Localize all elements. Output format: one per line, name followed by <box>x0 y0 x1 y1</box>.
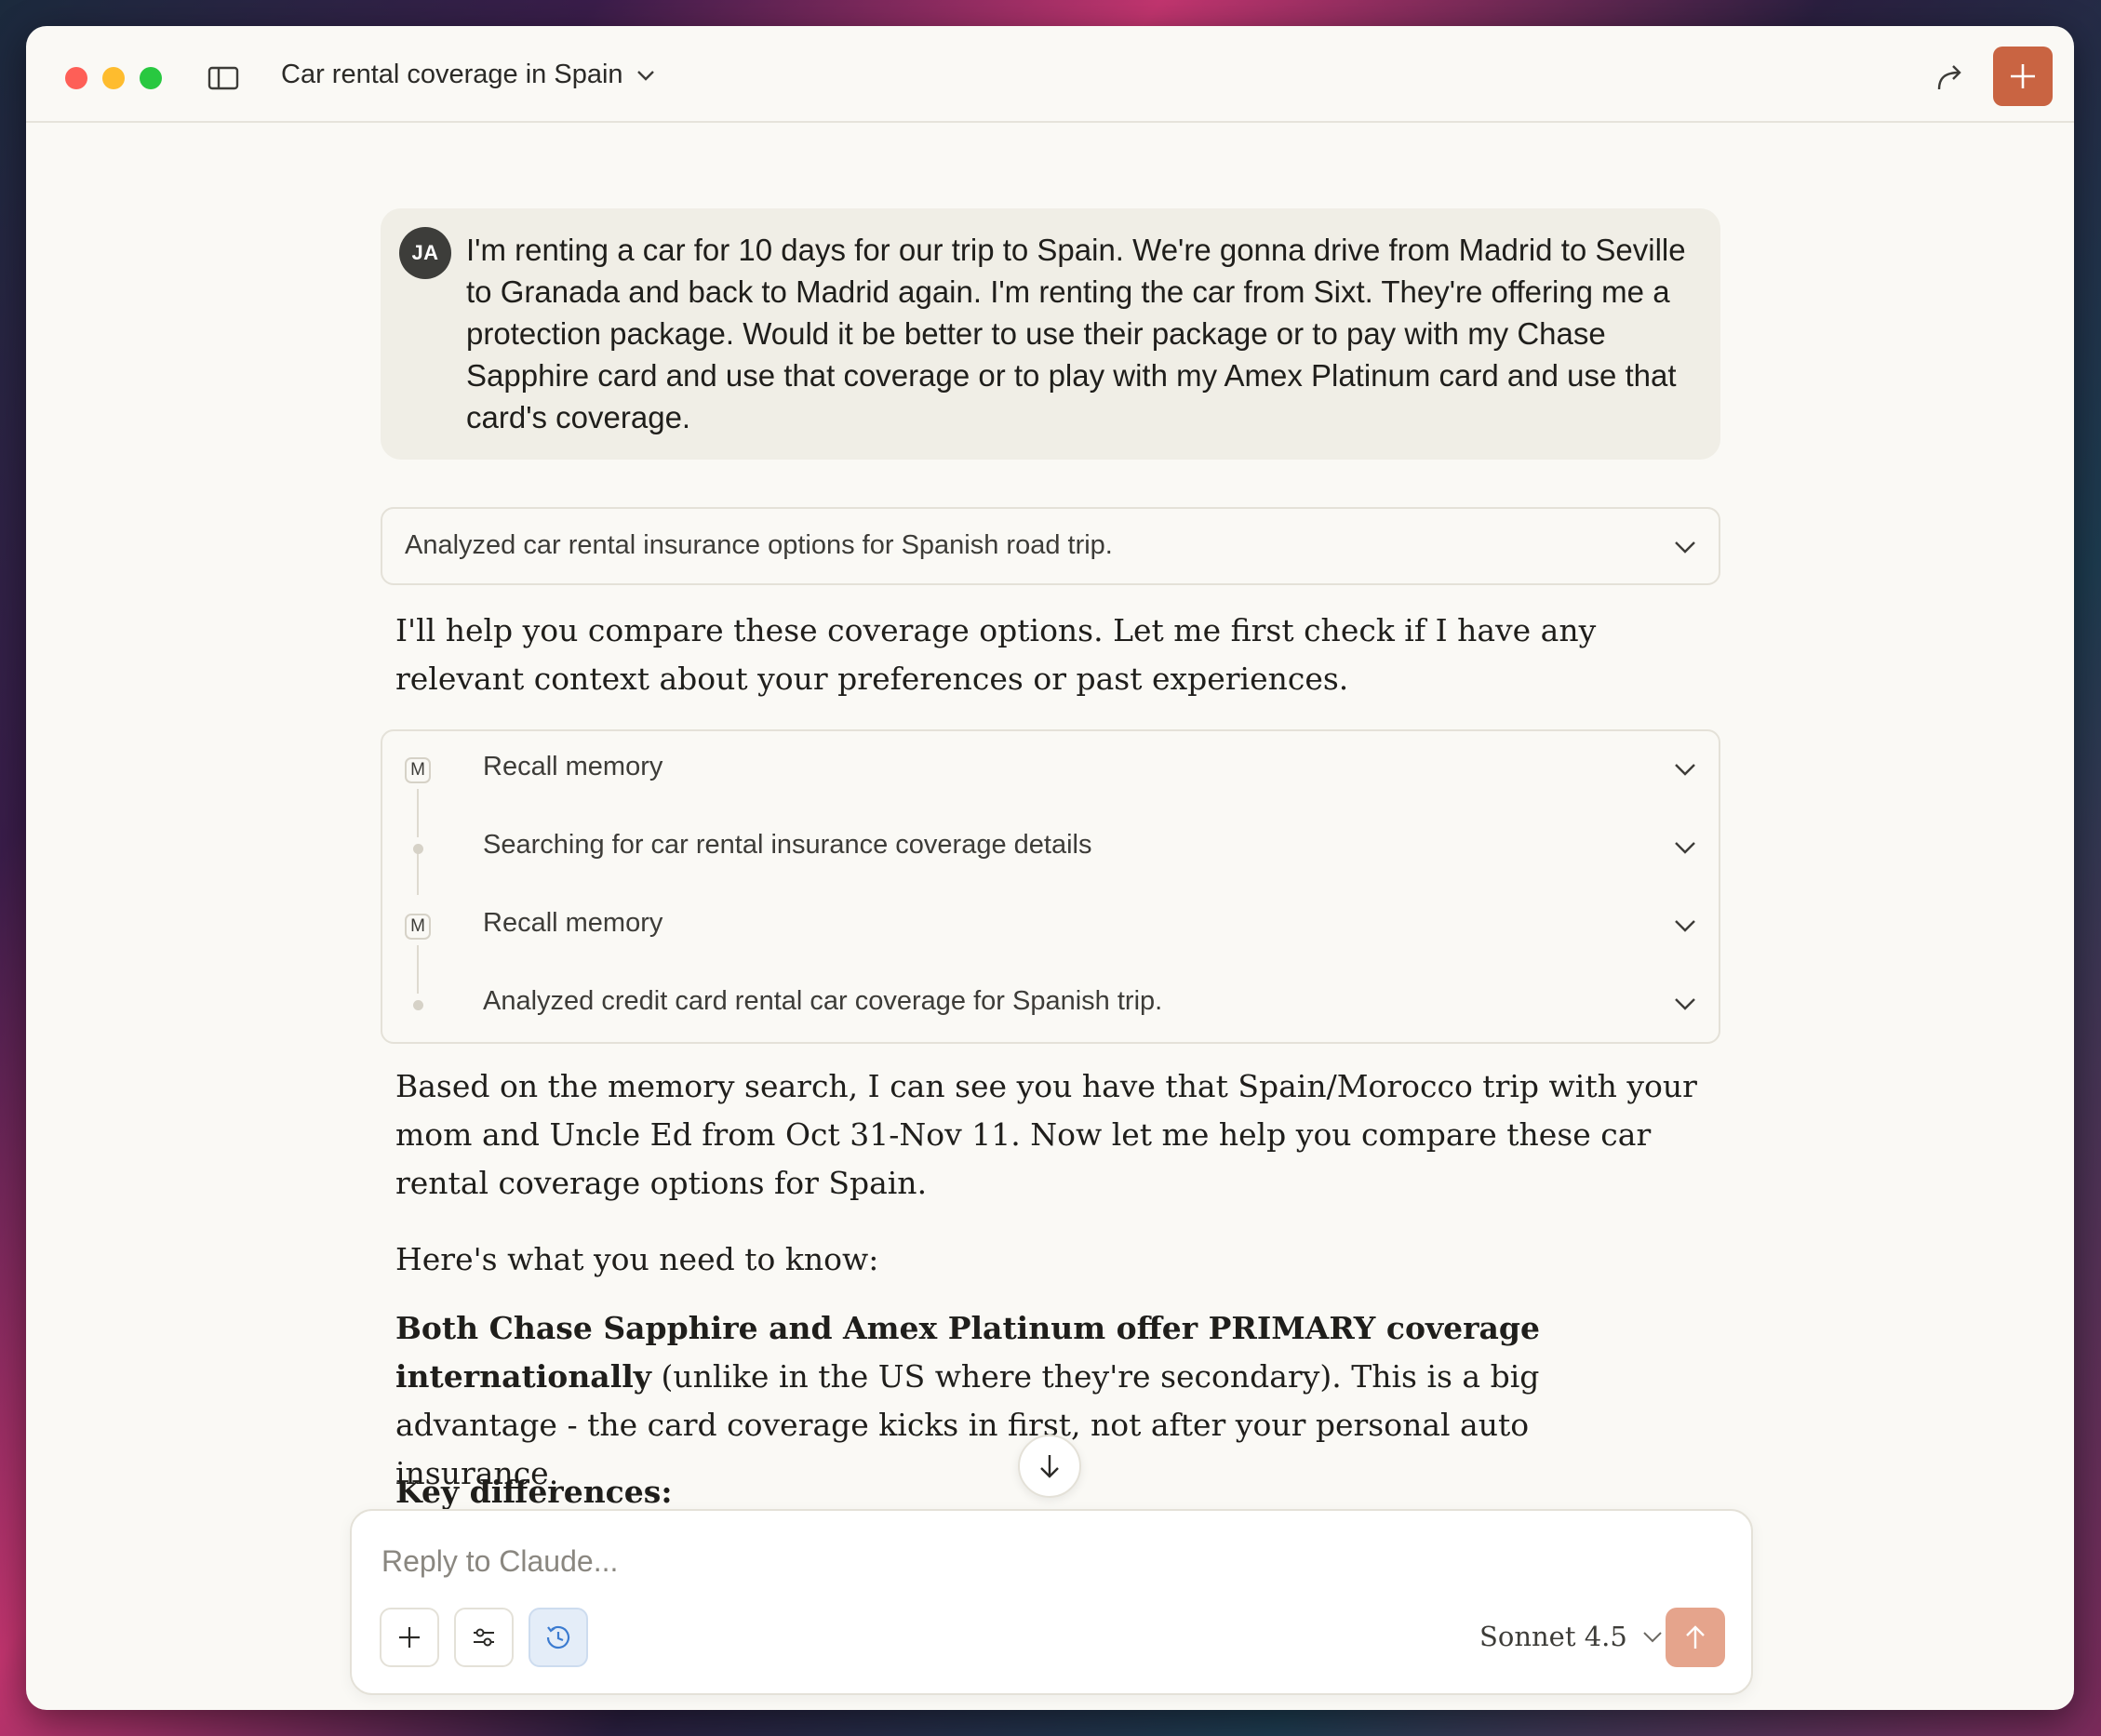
share-icon[interactable] <box>1932 60 1969 97</box>
thinking-summary[interactable]: Analyzed car rental insurance options fo… <box>381 507 1720 585</box>
chevron-down-icon <box>1675 842 1695 854</box>
tool-step[interactable]: Analyzed credit card rental car coverage… <box>382 966 1719 1044</box>
tool-step-label: Recall memory <box>483 908 663 938</box>
step-dot-icon <box>413 844 423 854</box>
thinking-summary-label: Analyzed car rental insurance options fo… <box>405 530 1113 560</box>
scroll-to-bottom-button[interactable] <box>1018 1435 1081 1498</box>
minimize-window-button[interactable] <box>102 67 125 89</box>
tools-settings-button[interactable] <box>454 1608 514 1667</box>
assistant-intro: I'll help you compare these coverage opt… <box>395 612 1597 697</box>
app-window: Car rental coverage in Spain JA I'm rent… <box>26 26 2074 1710</box>
tool-step-label: Analyzed credit card rental car coverage… <box>483 986 1163 1016</box>
user-message: JA I'm renting a car for 10 days for our… <box>381 208 1720 460</box>
reply-input[interactable] <box>380 1537 1686 1585</box>
chevron-down-icon <box>1643 1631 1662 1642</box>
model-name: Sonnet 4.5 <box>1479 1621 1627 1652</box>
memory-icon: M <box>405 757 431 783</box>
memory-paragraph: Based on the memory search, I can see yo… <box>395 1068 1697 1201</box>
avatar: JA <box>399 227 451 279</box>
user-message-text: I'm renting a car for 10 days for our tr… <box>466 233 1686 434</box>
chevron-down-icon <box>1675 920 1695 932</box>
tool-step[interactable]: Searching for car rental insurance cover… <box>382 809 1719 888</box>
chevron-down-icon <box>1675 764 1695 776</box>
chat-title: Car rental coverage in Spain <box>281 60 623 89</box>
tool-step-label: Recall memory <box>483 752 663 781</box>
memory-icon: M <box>405 914 431 940</box>
tool-step[interactable]: M Recall memory <box>382 731 1719 809</box>
plus-icon <box>399 1627 420 1648</box>
zoom-window-button[interactable] <box>140 67 162 89</box>
chevron-down-icon <box>636 70 654 81</box>
attach-button[interactable] <box>380 1608 439 1667</box>
arrow-down-icon <box>1040 1455 1059 1478</box>
sliders-icon <box>474 1628 494 1647</box>
chevron-down-icon <box>1675 541 1695 554</box>
chevron-down-icon <box>1675 998 1695 1010</box>
tool-step[interactable]: M Recall memory <box>382 888 1719 966</box>
sidebar-toggle-icon[interactable] <box>207 65 239 91</box>
tool-steps: M Recall memory Searching for car rental… <box>381 729 1720 1044</box>
chat-title-dropdown[interactable]: Car rental coverage in Spain <box>281 60 655 90</box>
title-bar: Car rental coverage in Spain <box>26 26 2074 123</box>
clock-icon <box>546 1625 570 1649</box>
composer: Sonnet 4.5 <box>350 1509 1753 1695</box>
send-button[interactable] <box>1666 1608 1725 1667</box>
history-button[interactable] <box>529 1608 588 1667</box>
close-window-button[interactable] <box>65 67 87 89</box>
arrow-up-icon <box>1686 1625 1705 1649</box>
model-selector[interactable]: Sonnet 4.5 <box>1479 1621 1663 1652</box>
new-chat-button[interactable] <box>1993 47 2053 106</box>
plus-icon <box>2011 64 2035 88</box>
tool-step-label: Searching for car rental insurance cover… <box>483 830 1092 860</box>
step-dot-icon <box>413 1000 423 1010</box>
need-to-know: Here's what you need to know: <box>395 1241 879 1277</box>
